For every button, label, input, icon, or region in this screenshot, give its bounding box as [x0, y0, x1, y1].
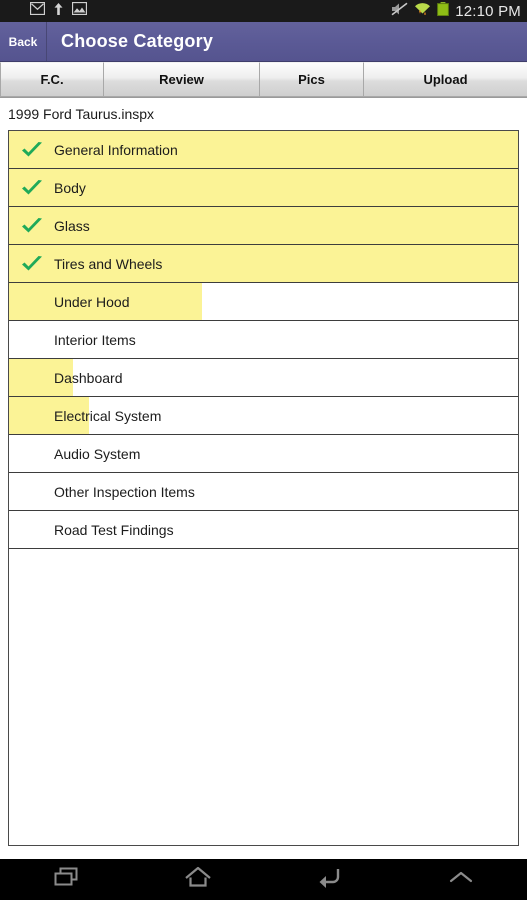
- chevron-up-icon: [447, 868, 475, 891]
- back-icon: [315, 865, 343, 894]
- category-row[interactable]: Electrical System: [9, 397, 518, 435]
- expand-button[interactable]: [395, 868, 527, 891]
- category-label: Dashboard: [54, 369, 123, 386]
- navigation-bar: [0, 859, 527, 900]
- mute-icon: [391, 2, 408, 21]
- category-row[interactable]: Other Inspection Items: [9, 473, 518, 511]
- status-bar: 12:10 PM: [0, 0, 527, 22]
- category-label: Glass: [54, 217, 90, 234]
- wifi-icon: [414, 2, 431, 21]
- category-row[interactable]: General Information: [9, 131, 518, 169]
- status-bar-notifications: [6, 1, 88, 21]
- tab-review[interactable]: Review: [103, 62, 260, 97]
- tab-pics[interactable]: Pics: [259, 62, 364, 97]
- back-nav-button[interactable]: [264, 865, 396, 894]
- category-label: Road Test Findings: [54, 521, 174, 538]
- status-bar-system: 12:10 PM: [391, 1, 521, 21]
- category-label: Tires and Wheels: [54, 255, 163, 272]
- category-row[interactable]: Glass: [9, 207, 518, 245]
- check-icon: [9, 178, 54, 198]
- check-icon: [9, 254, 54, 274]
- category-label: General Information: [54, 141, 178, 158]
- tab-upload[interactable]: Upload: [363, 62, 527, 97]
- category-row[interactable]: Under Hood: [9, 283, 518, 321]
- upload-icon: [52, 2, 65, 21]
- check-icon: [9, 216, 54, 236]
- tab-bar: F.C. Review Pics Upload: [0, 62, 527, 98]
- category-label: Electrical System: [54, 407, 162, 424]
- category-label: Audio System: [54, 445, 141, 462]
- action-bar: Back Choose Category: [0, 22, 527, 62]
- category-label: Interior Items: [54, 331, 136, 348]
- category-row[interactable]: Body: [9, 169, 518, 207]
- check-icon: [9, 140, 54, 160]
- category-row[interactable]: Audio System: [9, 435, 518, 473]
- category-label: Other Inspection Items: [54, 483, 195, 500]
- app-screen: 12:10 PM Back Choose Category F.C. Revie…: [0, 0, 527, 900]
- category-row[interactable]: Dashboard: [9, 359, 518, 397]
- back-button[interactable]: Back: [0, 22, 47, 61]
- mail-icon: [29, 1, 46, 20]
- tab-fc[interactable]: F.C.: [0, 62, 104, 97]
- category-row[interactable]: Tires and Wheels: [9, 245, 518, 283]
- category-list[interactable]: General Information Body Glass Tires and Wh…: [8, 130, 519, 846]
- status-bar-clock: 12:10 PM: [455, 2, 521, 20]
- category-label: Body: [54, 179, 86, 196]
- category-row[interactable]: Road Test Findings: [9, 511, 518, 549]
- category-label: Under Hood: [54, 293, 130, 310]
- recents-button[interactable]: [0, 865, 132, 894]
- category-row[interactable]: Interior Items: [9, 321, 518, 359]
- battery-icon: [437, 1, 450, 21]
- page-title: Choose Category: [61, 31, 214, 51]
- inspection-file-name: 1999 Ford Taurus.inspx: [8, 106, 155, 122]
- home-button[interactable]: [132, 865, 264, 894]
- recents-icon: [52, 865, 80, 894]
- home-icon: [183, 865, 213, 894]
- image-icon: [71, 1, 88, 20]
